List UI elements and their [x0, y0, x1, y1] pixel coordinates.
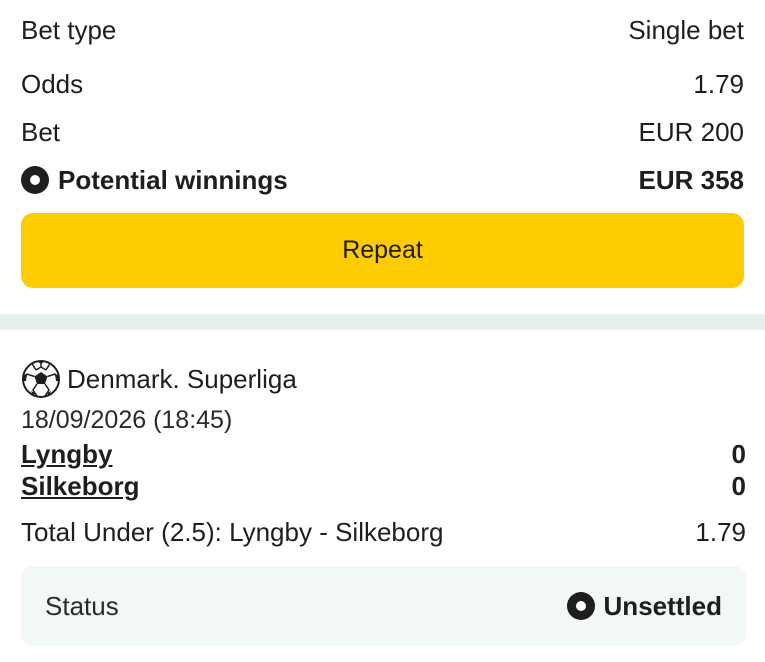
bet-type-label: Bet type [21, 14, 117, 45]
selection-text: Total Under (2.5): Lyngby - Silkeborg [21, 517, 444, 547]
event-datetime: 18/09/2026 (18:45) [21, 406, 233, 434]
potential-winnings-label: Potential winnings [58, 164, 288, 195]
odds-value: 1.79 [693, 68, 744, 99]
selection-odds: 1.79 [695, 517, 746, 547]
potential-winnings-row: Potential winnings EUR 358 [21, 156, 744, 204]
team-name-away[interactable]: Silkeborg [21, 470, 139, 502]
stake-label: Bet [21, 116, 61, 147]
team-row-away: Silkeborg 0 [21, 470, 746, 502]
repeat-button[interactable]: Repeat [21, 213, 744, 288]
team-row-home: Lyngby 0 [21, 438, 746, 470]
odds-row: Odds 1.79 [21, 60, 744, 108]
team-score-home: 0 [731, 439, 746, 469]
record-circle-icon [21, 166, 49, 194]
status-label: Status [45, 590, 119, 621]
event-card: Denmark. Superliga 18/09/2026 (18:45) Ly… [21, 356, 746, 646]
record-circle-icon [566, 592, 595, 620]
league-line: Denmark. Superliga [21, 356, 746, 402]
potential-winnings-label-group: Potential winnings [21, 165, 288, 196]
stake-row: Bet EUR 200 [21, 108, 744, 156]
team-name-home[interactable]: Lyngby [21, 438, 112, 470]
status-value: Unsettled [603, 590, 722, 621]
bet-type-value: Single bet [628, 14, 744, 45]
selection-row: Total Under (2.5): Lyngby - Silkeborg 1.… [21, 508, 746, 556]
section-divider [0, 314, 765, 330]
odds-label: Odds [21, 68, 84, 99]
bet-details-page: Bet type Single bet Odds 1.79 Bet EUR 20… [0, 0, 765, 662]
team-score-away: 0 [731, 471, 746, 501]
bet-type-row: Bet type Single bet [21, 0, 744, 60]
status-box: Status Unsettled [21, 566, 746, 646]
bet-summary: Bet type Single bet Odds 1.79 Bet EUR 20… [0, 0, 765, 288]
league-name: Denmark. Superliga [67, 363, 297, 394]
potential-winnings-value: EUR 358 [638, 164, 745, 195]
soccer-ball-icon [22, 360, 60, 398]
status-value-group: Unsettled [566, 590, 722, 622]
stake-value: EUR 200 [638, 116, 745, 147]
